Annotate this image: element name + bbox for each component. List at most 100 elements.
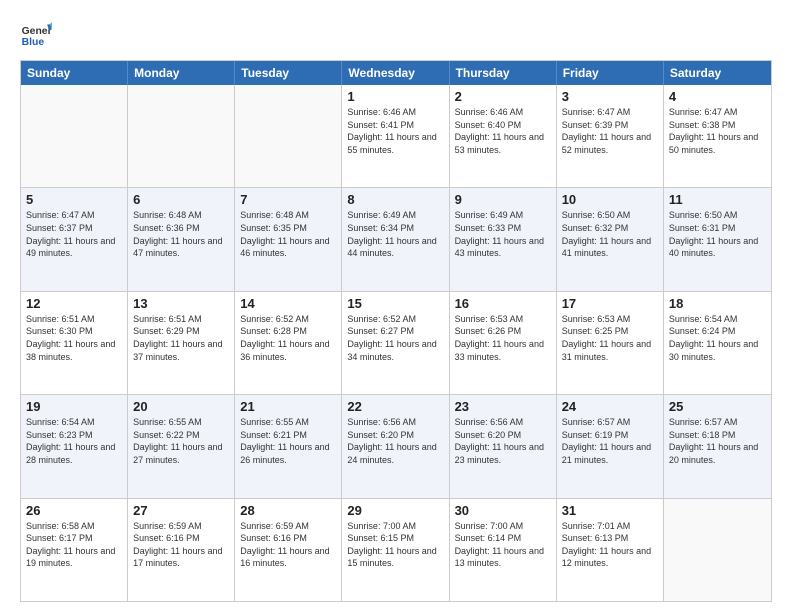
cell-info: Sunrise: 6:49 AMSunset: 6:33 PMDaylight:… — [455, 209, 551, 259]
day-number: 4 — [669, 89, 766, 104]
calendar-row-2: 5 Sunrise: 6:47 AMSunset: 6:37 PMDaylight… — [21, 188, 771, 291]
header-day-monday: Monday — [128, 61, 235, 85]
cell-info: Sunrise: 6:58 AMSunset: 6:17 PMDaylight:… — [26, 520, 122, 570]
day-number: 9 — [455, 192, 551, 207]
calendar-cell-28: 28 Sunrise: 6:59 AMSunset: 6:16 PMDayligh… — [235, 499, 342, 601]
day-number: 15 — [347, 296, 443, 311]
calendar-cell-31: 31Sunrise: 7:01 AMSunset: 6:13 PMDayligh… — [557, 499, 664, 601]
calendar-cell-4: 4 Sunrise: 6:47 AMSunset: 6:38 PMDaylight… — [664, 85, 771, 187]
calendar-cell-25: 25 Sunrise: 6:57 AMSunset: 6:18 PMDayligh… — [664, 395, 771, 497]
calendar-cell-17: 17Sunrise: 6:53 AMSunset: 6:25 PMDayligh… — [557, 292, 664, 394]
day-number: 18 — [669, 296, 766, 311]
calendar-cell-8: 8 Sunrise: 6:49 AMSunset: 6:34 PMDaylight… — [342, 188, 449, 290]
cell-info: Sunrise: 6:50 AMSunset: 6:32 PMDaylight:… — [562, 209, 658, 259]
calendar-cell-9: 9 Sunrise: 6:49 AMSunset: 6:33 PMDaylight… — [450, 188, 557, 290]
header-day-thursday: Thursday — [450, 61, 557, 85]
calendar-cell-empty-0-0 — [21, 85, 128, 187]
cell-info: Sunrise: 6:53 AMSunset: 6:25 PMDaylight:… — [562, 313, 658, 363]
calendar-cell-19: 19Sunrise: 6:54 AMSunset: 6:23 PMDayligh… — [21, 395, 128, 497]
header-day-friday: Friday — [557, 61, 664, 85]
day-number: 30 — [455, 503, 551, 518]
cell-info: Sunrise: 6:49 AMSunset: 6:34 PMDaylight:… — [347, 209, 443, 259]
calendar-cell-23: 23 Sunrise: 6:56 AMSunset: 6:20 PMDayligh… — [450, 395, 557, 497]
cell-info: Sunrise: 6:48 AMSunset: 6:36 PMDaylight:… — [133, 209, 229, 259]
header-day-tuesday: Tuesday — [235, 61, 342, 85]
day-number: 27 — [133, 503, 229, 518]
calendar-cell-1: 1Sunrise: 6:46 AMSunset: 6:41 PMDaylight… — [342, 85, 449, 187]
day-number: 11 — [669, 192, 766, 207]
cell-info: Sunrise: 6:54 AMSunset: 6:24 PMDaylight:… — [669, 313, 766, 363]
calendar-cell-15: 15 Sunrise: 6:52 AMSunset: 6:27 PMDayligh… — [342, 292, 449, 394]
header: General Blue — [20, 18, 772, 50]
day-number: 14 — [240, 296, 336, 311]
calendar-cell-empty-0-1 — [128, 85, 235, 187]
day-number: 29 — [347, 503, 443, 518]
calendar-row-3: 12 Sunrise: 6:51 AMSunset: 6:30 PMDayligh… — [21, 292, 771, 395]
day-number: 28 — [240, 503, 336, 518]
calendar-cell-29: 29 Sunrise: 7:00 AMSunset: 6:15 PMDayligh… — [342, 499, 449, 601]
cell-info: Sunrise: 6:50 AMSunset: 6:31 PMDaylight:… — [669, 209, 766, 259]
cell-info: Sunrise: 6:51 AMSunset: 6:30 PMDaylight:… — [26, 313, 122, 363]
day-number: 2 — [455, 89, 551, 104]
calendar-cell-22: 22 Sunrise: 6:56 AMSunset: 6:20 PMDayligh… — [342, 395, 449, 497]
calendar-row-1: 1Sunrise: 6:46 AMSunset: 6:41 PMDaylight… — [21, 85, 771, 188]
cell-info: Sunrise: 6:59 AMSunset: 6:16 PMDaylight:… — [133, 520, 229, 570]
cell-info: Sunrise: 6:56 AMSunset: 6:20 PMDaylight:… — [347, 416, 443, 466]
day-number: 5 — [26, 192, 122, 207]
calendar-cell-18: 18 Sunrise: 6:54 AMSunset: 6:24 PMDayligh… — [664, 292, 771, 394]
calendar-cell-26: 26 Sunrise: 6:58 AMSunset: 6:17 PMDayligh… — [21, 499, 128, 601]
day-number: 20 — [133, 399, 229, 414]
day-number: 23 — [455, 399, 551, 414]
calendar-header: SundayMondayTuesdayWednesdayThursdayFrid… — [21, 61, 771, 85]
day-number: 24 — [562, 399, 658, 414]
cell-info: Sunrise: 6:46 AMSunset: 6:40 PMDaylight:… — [455, 106, 551, 156]
day-number: 26 — [26, 503, 122, 518]
day-number: 7 — [240, 192, 336, 207]
cell-info: Sunrise: 6:51 AMSunset: 6:29 PMDaylight:… — [133, 313, 229, 363]
calendar-cell-2: 2 Sunrise: 6:46 AMSunset: 6:40 PMDaylight… — [450, 85, 557, 187]
day-number: 21 — [240, 399, 336, 414]
cell-info: Sunrise: 6:55 AMSunset: 6:21 PMDaylight:… — [240, 416, 336, 466]
calendar-cell-27: 27 Sunrise: 6:59 AMSunset: 6:16 PMDayligh… — [128, 499, 235, 601]
calendar-cell-3: 3 Sunrise: 6:47 AMSunset: 6:39 PMDaylight… — [557, 85, 664, 187]
cell-info: Sunrise: 6:47 AMSunset: 6:37 PMDaylight:… — [26, 209, 122, 259]
calendar-row-5: 26 Sunrise: 6:58 AMSunset: 6:17 PMDayligh… — [21, 499, 771, 601]
day-number: 25 — [669, 399, 766, 414]
logo-icon: General Blue — [20, 18, 52, 50]
calendar-cell-13: 13Sunrise: 6:51 AMSunset: 6:29 PMDayligh… — [128, 292, 235, 394]
cell-info: Sunrise: 6:57 AMSunset: 6:18 PMDaylight:… — [669, 416, 766, 466]
calendar-cell-12: 12 Sunrise: 6:51 AMSunset: 6:30 PMDayligh… — [21, 292, 128, 394]
calendar-cell-14: 14 Sunrise: 6:52 AMSunset: 6:28 PMDayligh… — [235, 292, 342, 394]
calendar-cell-24: 24 Sunrise: 6:57 AMSunset: 6:19 PMDayligh… — [557, 395, 664, 497]
day-number: 10 — [562, 192, 658, 207]
calendar-cell-5: 5 Sunrise: 6:47 AMSunset: 6:37 PMDaylight… — [21, 188, 128, 290]
calendar-cell-10: 10 Sunrise: 6:50 AMSunset: 6:32 PMDayligh… — [557, 188, 664, 290]
cell-info: Sunrise: 6:57 AMSunset: 6:19 PMDaylight:… — [562, 416, 658, 466]
calendar-cell-11: 11 Sunrise: 6:50 AMSunset: 6:31 PMDayligh… — [664, 188, 771, 290]
cell-info: Sunrise: 7:00 AMSunset: 6:14 PMDaylight:… — [455, 520, 551, 570]
cell-info: Sunrise: 6:52 AMSunset: 6:27 PMDaylight:… — [347, 313, 443, 363]
day-number: 22 — [347, 399, 443, 414]
header-day-wednesday: Wednesday — [342, 61, 449, 85]
day-number: 3 — [562, 89, 658, 104]
cell-info: Sunrise: 6:59 AMSunset: 6:16 PMDaylight:… — [240, 520, 336, 570]
day-number: 8 — [347, 192, 443, 207]
calendar-cell-16: 16Sunrise: 6:53 AMSunset: 6:26 PMDayligh… — [450, 292, 557, 394]
calendar-cell-30: 30 Sunrise: 7:00 AMSunset: 6:14 PMDayligh… — [450, 499, 557, 601]
calendar-cell-empty-4-6 — [664, 499, 771, 601]
header-day-saturday: Saturday — [664, 61, 771, 85]
calendar-row-4: 19Sunrise: 6:54 AMSunset: 6:23 PMDayligh… — [21, 395, 771, 498]
day-number: 12 — [26, 296, 122, 311]
calendar-cell-6: 6Sunrise: 6:48 AMSunset: 6:36 PMDaylight… — [128, 188, 235, 290]
cell-info: Sunrise: 6:53 AMSunset: 6:26 PMDaylight:… — [455, 313, 551, 363]
logo: General Blue — [20, 18, 52, 50]
cell-info: Sunrise: 6:56 AMSunset: 6:20 PMDaylight:… — [455, 416, 551, 466]
cell-info: Sunrise: 6:47 AMSunset: 6:38 PMDaylight:… — [669, 106, 766, 156]
calendar-body: 1Sunrise: 6:46 AMSunset: 6:41 PMDaylight… — [21, 85, 771, 601]
cell-info: Sunrise: 6:52 AMSunset: 6:28 PMDaylight:… — [240, 313, 336, 363]
cell-info: Sunrise: 7:00 AMSunset: 6:15 PMDaylight:… — [347, 520, 443, 570]
cell-info: Sunrise: 6:47 AMSunset: 6:39 PMDaylight:… — [562, 106, 658, 156]
calendar: SundayMondayTuesdayWednesdayThursdayFrid… — [20, 60, 772, 602]
svg-text:Blue: Blue — [22, 37, 45, 48]
svg-text:General: General — [22, 26, 52, 37]
